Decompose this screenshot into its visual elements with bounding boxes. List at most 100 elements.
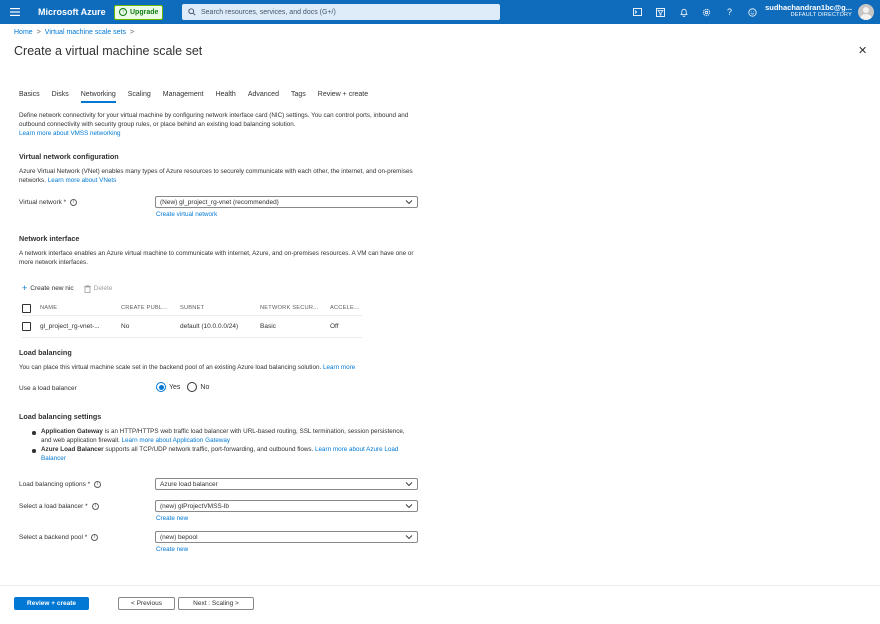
lb-settings-heading: Load balancing settings [19, 412, 102, 421]
next-scaling-button[interactable]: Next : Scaling > [178, 597, 254, 610]
radio-yes-circle[interactable] [156, 382, 166, 392]
info-icon[interactable]: i [91, 534, 99, 541]
tab-disks[interactable]: Disks [52, 91, 69, 103]
cloud-shell-icon[interactable] [630, 4, 645, 20]
lb-options-label: Load balancing options * i [19, 481, 102, 488]
notifications-icon[interactable] [676, 4, 691, 20]
column-nsg: NETWORK SECUR... [260, 305, 319, 311]
info-icon[interactable]: i [91, 503, 99, 510]
learn-more-vmss-link[interactable]: Learn more about VMSS networking [19, 130, 121, 137]
delete-nic-button[interactable]: Delete [83, 284, 113, 293]
tab-review-create[interactable]: Review + create [318, 91, 368, 103]
create-new-nic-label: Create new nic [30, 285, 74, 292]
help-icon[interactable]: ? [722, 4, 737, 20]
tab-health[interactable]: Health [216, 91, 236, 103]
chevron-down-icon [405, 482, 413, 487]
tab-advanced[interactable]: Advanced [248, 91, 279, 103]
select-lb-select[interactable]: (new) glProjectVMSS-lb [155, 500, 418, 512]
breadcrumb-vmss[interactable]: Virtual machine scale sets [45, 29, 126, 36]
search-icon [188, 8, 196, 16]
directory-filter-icon[interactable] [653, 4, 668, 20]
nic-table: NAME CREATE PUBL... SUBNET NETWORK SECUR… [22, 301, 362, 338]
tab-management[interactable]: Management [163, 91, 204, 103]
create-new-lb-link[interactable]: Create new [156, 515, 188, 522]
radio-yes[interactable]: Yes [156, 382, 180, 392]
ag-title: Application Gateway [41, 428, 103, 435]
upgrade-icon: ↑ [119, 8, 127, 16]
column-subnet: SUBNET [180, 305, 205, 311]
lb-heading: Load balancing [19, 348, 72, 357]
vnet-description: Azure Virtual Network (VNet) enables man… [19, 167, 419, 185]
tab-scaling[interactable]: Scaling [128, 91, 151, 103]
page-title: Create a virtual machine scale set [14, 44, 203, 58]
virtual-network-label: Virtual network * i [19, 199, 78, 206]
account-info[interactable]: sudhachandran1bc@g... DEFAULT DIRECTORY [765, 3, 852, 19]
use-lb-radio-group: Yes No [156, 382, 209, 392]
learn-more-ag-link[interactable]: Learn more about Application Gateway [122, 437, 231, 444]
lb-text: You can place this virtual machine scale… [19, 364, 322, 371]
lb-options-value: Azure load balancer [160, 480, 218, 488]
nic-heading: Network interface [19, 234, 80, 243]
radio-no-label: No [200, 383, 210, 391]
info-icon[interactable]: i [94, 481, 102, 488]
lb-options-select[interactable]: Azure load balancer [155, 478, 418, 490]
row-checkbox[interactable] [22, 322, 31, 331]
nic-name[interactable]: gl_project_rg-vnet-... [40, 323, 121, 330]
learn-more-lb-link[interactable]: Learn more [323, 364, 355, 371]
learn-more-vnets-link[interactable]: Learn more about VNets [48, 177, 117, 184]
alb-text: supports all TCP/UDP network traffic, po… [103, 446, 314, 453]
vnet-heading: Virtual network configuration [19, 152, 119, 161]
previous-button[interactable]: < Previous [118, 597, 175, 610]
backend-pool-select[interactable]: (new) bepool [155, 531, 418, 543]
chevron-down-icon [405, 535, 413, 540]
user-directory: DEFAULT DIRECTORY [790, 12, 852, 18]
menu-icon[interactable] [0, 0, 30, 24]
use-lb-label: Use a load balancer [19, 385, 77, 392]
delete-label: Delete [93, 285, 113, 292]
select-all-checkbox[interactable] [22, 303, 31, 313]
list-item: Azure Load Balancer supports all TCP/UDP… [31, 446, 411, 463]
create-virtual-network-link[interactable]: Create virtual network [156, 211, 217, 218]
table-row[interactable]: gl_project_rg-vnet-... No default (10.0.… [22, 316, 362, 338]
create-new-pool-link[interactable]: Create new [156, 546, 188, 553]
tab-bar: Basics Disks Networking Scaling Manageme… [19, 91, 380, 103]
virtual-network-select[interactable]: (New) gl_project_rg-vnet (recommended) [155, 196, 418, 208]
search-placeholder: Search resources, services, and docs (G+… [201, 8, 336, 16]
chevron-down-icon [405, 200, 413, 205]
upgrade-label: Upgrade [130, 8, 159, 16]
table-header: NAME CREATE PUBL... SUBNET NETWORK SECUR… [22, 301, 362, 316]
avatar[interactable] [858, 4, 874, 20]
alb-title: Azure Load Balancer [41, 446, 104, 453]
radio-no-circle[interactable] [187, 382, 198, 392]
feedback-icon[interactable] [745, 4, 760, 20]
tab-basics[interactable]: Basics [19, 91, 40, 103]
close-icon[interactable]: ✕ [858, 44, 867, 57]
lb-options-label-text: Load balancing options * [19, 481, 91, 488]
info-icon[interactable]: i [70, 199, 78, 206]
select-lb-label-text: Select a load balancer * [19, 503, 88, 510]
tab-networking[interactable]: Networking [80, 91, 116, 103]
list-item: Application Gateway is an HTTP/HTTPS web… [31, 428, 411, 445]
nic-nsg: Basic [260, 323, 276, 330]
create-new-nic-button[interactable]: + Create new nic [22, 284, 74, 293]
review-create-button[interactable]: Review + create [14, 597, 89, 610]
column-name: NAME [40, 305, 58, 311]
upgrade-button[interactable]: ↑ Upgrade [114, 4, 164, 20]
backend-pool-value: (new) bepool [160, 533, 198, 541]
nic-accelerated: Off [330, 323, 339, 330]
nic-toolbar: + Create new nic Delete [22, 284, 112, 293]
search-input[interactable]: Search resources, services, and docs (G+… [182, 4, 500, 20]
breadcrumb-separator: > [129, 29, 135, 36]
add-icon: + [22, 283, 28, 293]
brand-title[interactable]: Microsoft Azure [38, 7, 108, 17]
radio-no[interactable]: No [187, 382, 209, 392]
settings-icon[interactable] [699, 4, 714, 20]
select-lb-label: Select a load balancer * i [19, 503, 99, 510]
tab-tags[interactable]: Tags [291, 91, 306, 103]
column-accelerated: ACCELERA [330, 305, 360, 311]
lb-options-list: Application Gateway is an HTTP/HTTPS web… [31, 428, 411, 464]
backend-pool-label-text: Select a backend pool * [19, 534, 88, 541]
user-name: sudhachandran1bc@g... [765, 3, 852, 12]
chevron-down-icon [405, 504, 413, 509]
breadcrumb-home[interactable]: Home [14, 29, 33, 36]
